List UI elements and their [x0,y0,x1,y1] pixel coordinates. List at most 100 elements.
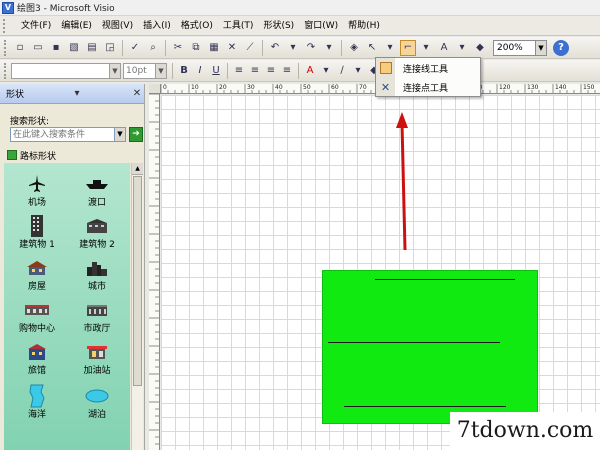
scroll-up-icon[interactable]: ▲ [132,163,143,175]
menu-view[interactable]: 视图(V) [97,16,138,36]
shape-label: 购物中心 [18,324,55,334]
menu-item-label: 连接线工具 [403,64,449,75]
chevron-down-icon[interactable]: ▼ [155,63,166,78]
font-color-dropdown-icon[interactable]: ▾ [319,63,333,79]
menu-help[interactable]: 帮助(H) [343,16,385,36]
menu-shape[interactable]: 形状(S) [258,16,299,36]
undo-dropdown-icon[interactable]: ▾ [285,40,301,56]
arrow-head [396,112,408,128]
building-icon [66,213,128,239]
font-combo[interactable]: ▼ [11,62,121,79]
connector-dropdown-icon[interactable]: ▾ [418,40,434,56]
window-title: 绘图3 - Microsoft Visio [17,4,115,14]
pane-menu-icon[interactable]: ▾ [70,88,84,99]
stamp-tool-icon[interactable]: ◆ [472,40,488,56]
font-size-combo[interactable]: 10pt ▼ [123,62,167,79]
zoom-combo[interactable]: 200% ▼ [493,39,547,56]
chevron-down-icon[interactable]: ▼ [535,40,546,55]
menu-tools[interactable]: 工具(T) [218,16,259,36]
text-tool-icon[interactable]: A [436,40,452,56]
zoom-value: 200% [497,42,523,53]
text-dropdown-icon[interactable]: ▾ [454,40,470,56]
undo-icon[interactable]: ↶ [267,40,283,56]
shape-hotel[interactable]: 旅馆 [6,339,68,377]
search-input[interactable] [10,127,115,142]
shape-building-2[interactable]: 建筑物 2 [66,213,128,251]
pointer-dropdown-icon[interactable]: ▾ [382,40,398,56]
font-color-icon[interactable]: A [303,63,317,79]
save-icon[interactable]: ▪ [48,40,64,56]
shopping-center-icon [6,297,68,323]
separator [341,39,342,56]
left-ruler [149,94,160,450]
open-folder-icon[interactable]: ▭ [30,40,46,56]
ruler-label: 40 [275,84,283,91]
italic-icon[interactable]: I [193,63,207,79]
underline-icon[interactable]: U [209,63,223,79]
shape-airport[interactable]: 机场 [6,171,68,209]
line-color-dropdown-icon[interactable]: ▾ [351,63,365,79]
scrollbar-thumb[interactable] [133,176,142,386]
justify-icon[interactable]: ≡ [280,63,294,79]
align-right-icon[interactable]: ≡ [264,63,278,79]
stencil-header[interactable]: 路标形状 [4,148,143,162]
shape-ferry[interactable]: 渡口 [66,171,128,209]
search-go-icon[interactable]: ➔ [129,127,143,142]
gas-station-icon [66,339,128,365]
standard-toolbar: ▫ ▭ ▪ ▧ ▤ ◲ ✓ ⌕ ✂ ⧉ ▦ ✕ ⟋ ↶ ▾ ↷ ▾ ◈ ↖ ▾ … [0,37,600,59]
shape-label: 房屋 [27,282,46,292]
redo-icon[interactable]: ↷ [303,40,319,56]
shape-lake[interactable]: 湖泊 [66,383,128,421]
menu-edit[interactable]: 编辑(E) [56,16,97,36]
shapes-pane-title: 形状 [6,90,25,100]
paste-icon[interactable]: ▦ [206,40,222,56]
shape-building-1[interactable]: 建筑物 1 [6,213,68,251]
research-icon[interactable]: ⌕ [145,40,161,56]
connector-tool-icon[interactable]: ⌐ [400,39,416,56]
help-icon[interactable]: ? [553,39,569,56]
print-preview-icon[interactable]: ◲ [102,40,118,56]
bold-icon[interactable]: B [177,63,191,79]
shape-gas-station[interactable]: 加油站 [66,339,128,377]
chevron-down-icon[interactable]: ▼ [109,63,120,78]
print-icon[interactable]: ▤ [84,40,100,56]
menu-file[interactable]: 文件(F) [13,16,56,36]
ruler-ticks [149,94,159,445]
shape-ocean[interactable]: 海洋 [6,383,68,421]
new-icon[interactable]: ▫ [12,40,28,56]
separator [262,39,263,56]
shapes-pane-header: 形状 ▾ ✕ [0,84,144,104]
toolbar-grip [4,39,7,56]
close-icon[interactable]: ✕ [130,88,144,99]
shape-house[interactable]: 房屋 [6,255,68,293]
redo-dropdown-icon[interactable]: ▾ [321,40,337,56]
stencil-shapes: 机场 渡口 建筑物 1 建筑物 2 房屋 城市 购物中心 市政厅 旅馆 加油站 … [4,163,130,450]
align-left-icon[interactable]: ≡ [232,63,246,79]
menu-insert[interactable]: 插入(I) [138,16,176,36]
shapes-window-icon[interactable]: ◈ [346,40,362,56]
drawing-canvas[interactable] [161,95,600,450]
spelling-icon[interactable]: ✓ [127,40,143,56]
cut-icon[interactable]: ✂ [170,40,186,56]
pointer-tool-icon[interactable]: ↖ [364,40,380,56]
menu-item-connector-tool[interactable]: 连接线工具 [376,59,480,77]
menu-window[interactable]: 窗口(W) [299,16,343,36]
visio-app-icon: V [2,1,14,14]
airplane-icon [6,171,68,197]
align-center-icon[interactable]: ≡ [248,63,262,79]
menu-format[interactable]: 格式(O) [176,16,218,36]
shape-label: 加油站 [83,366,111,376]
permission-icon[interactable]: ▧ [66,40,82,56]
menu-item-connection-point-tool[interactable]: ✕ 连接点工具 [376,78,480,96]
stencil-scrollbar[interactable]: ▲ [131,163,143,450]
shape-city[interactable]: 城市 [66,255,128,293]
shape-label: 建筑物 2 [79,240,115,250]
line-color-icon[interactable]: ∕ [335,63,349,79]
format-painter-icon[interactable]: ⟋ [242,40,258,56]
ruler-label: 0 [163,84,167,91]
shape-shopping-center[interactable]: 购物中心 [6,297,68,335]
delete-icon[interactable]: ✕ [224,40,240,56]
copy-icon[interactable]: ⧉ [188,40,204,56]
shape-city-hall[interactable]: 市政厅 [66,297,128,335]
chevron-down-icon[interactable]: ▼ [115,127,126,142]
